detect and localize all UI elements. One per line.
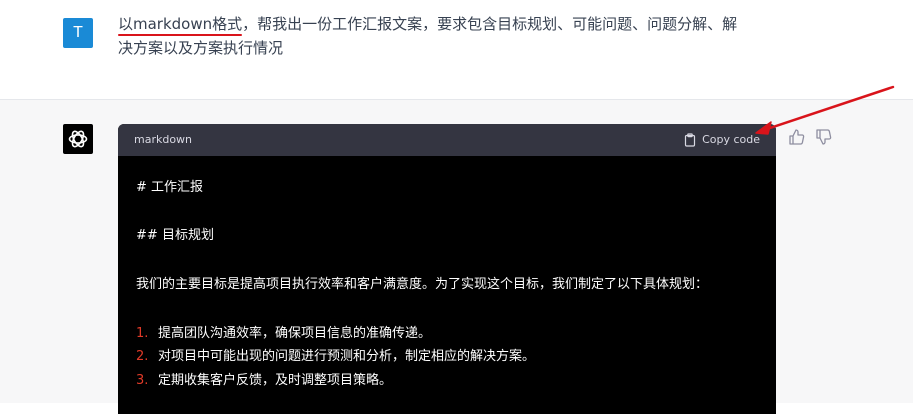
user-message-line1-rest: ，帮我出一份工作汇报文案，要求包含目标规划、可能问题、问题分解、解: [242, 15, 738, 33]
user-message-row: T 以markdown格式，帮我出一份工作汇报文案，要求包含目标规划、可能问题、…: [0, 0, 913, 100]
code-block-header: markdown Copy code: [118, 124, 776, 156]
list-item-number: 2.: [136, 349, 149, 364]
code-language-label: markdown: [134, 133, 193, 146]
user-message-text: 以markdown格式，帮我出一份工作汇报文案，要求包含目标规划、可能问题、问题…: [118, 12, 778, 60]
user-avatar: T: [63, 18, 93, 48]
copy-code-label: Copy code: [702, 133, 760, 146]
h2-text: 目标规划: [161, 228, 214, 243]
thumbs-up-icon[interactable]: [788, 128, 806, 146]
code-line-h1: # 工作汇报: [136, 180, 204, 195]
user-message-highlight: 以markdown格式: [118, 15, 243, 33]
list-item-text: 提高团队沟通效率，确保项目信息的准确传递。: [158, 326, 432, 341]
list-item: 1. 提高团队沟通效率，确保项目信息的准确传递。: [136, 322, 431, 341]
chatgpt-avatar: [63, 124, 93, 154]
list-item-text: 定期收集客户反馈，及时调整项目策略。: [158, 373, 393, 388]
chatgpt-logo-icon: [68, 130, 88, 148]
list-item: 2. 对项目中可能出现的问题进行预测和分析，制定相应的解决方案。: [136, 345, 535, 364]
copy-code-button[interactable]: Copy code: [684, 124, 760, 156]
assistant-message-row: markdown Copy code # 工作汇报 ## 目标规划 我们的主要目…: [0, 100, 913, 414]
code-line-h2: ## 目标规划: [136, 224, 214, 243]
clipboard-icon: [684, 133, 696, 147]
list-item-text: 对项目中可能出现的问题进行预测和分析，制定相应的解决方案。: [158, 349, 536, 364]
code-block: markdown Copy code # 工作汇报 ## 目标规划 我们的主要目…: [118, 124, 776, 414]
list-item-number: 1.: [136, 326, 149, 341]
h2-marker: ##: [136, 228, 158, 243]
user-message-line2: 决方案以及方案执行情况: [118, 39, 284, 57]
list-item: 3. 定期收集客户反馈，及时调整项目策略。: [136, 369, 392, 388]
code-line-paragraph: 我们的主要目标是提高项目执行效率和客户满意度。为了实现这个目标，我们制定了以下具…: [136, 277, 709, 292]
list-item-number: 3.: [136, 373, 149, 388]
thumbs-down-icon[interactable]: [815, 128, 833, 146]
